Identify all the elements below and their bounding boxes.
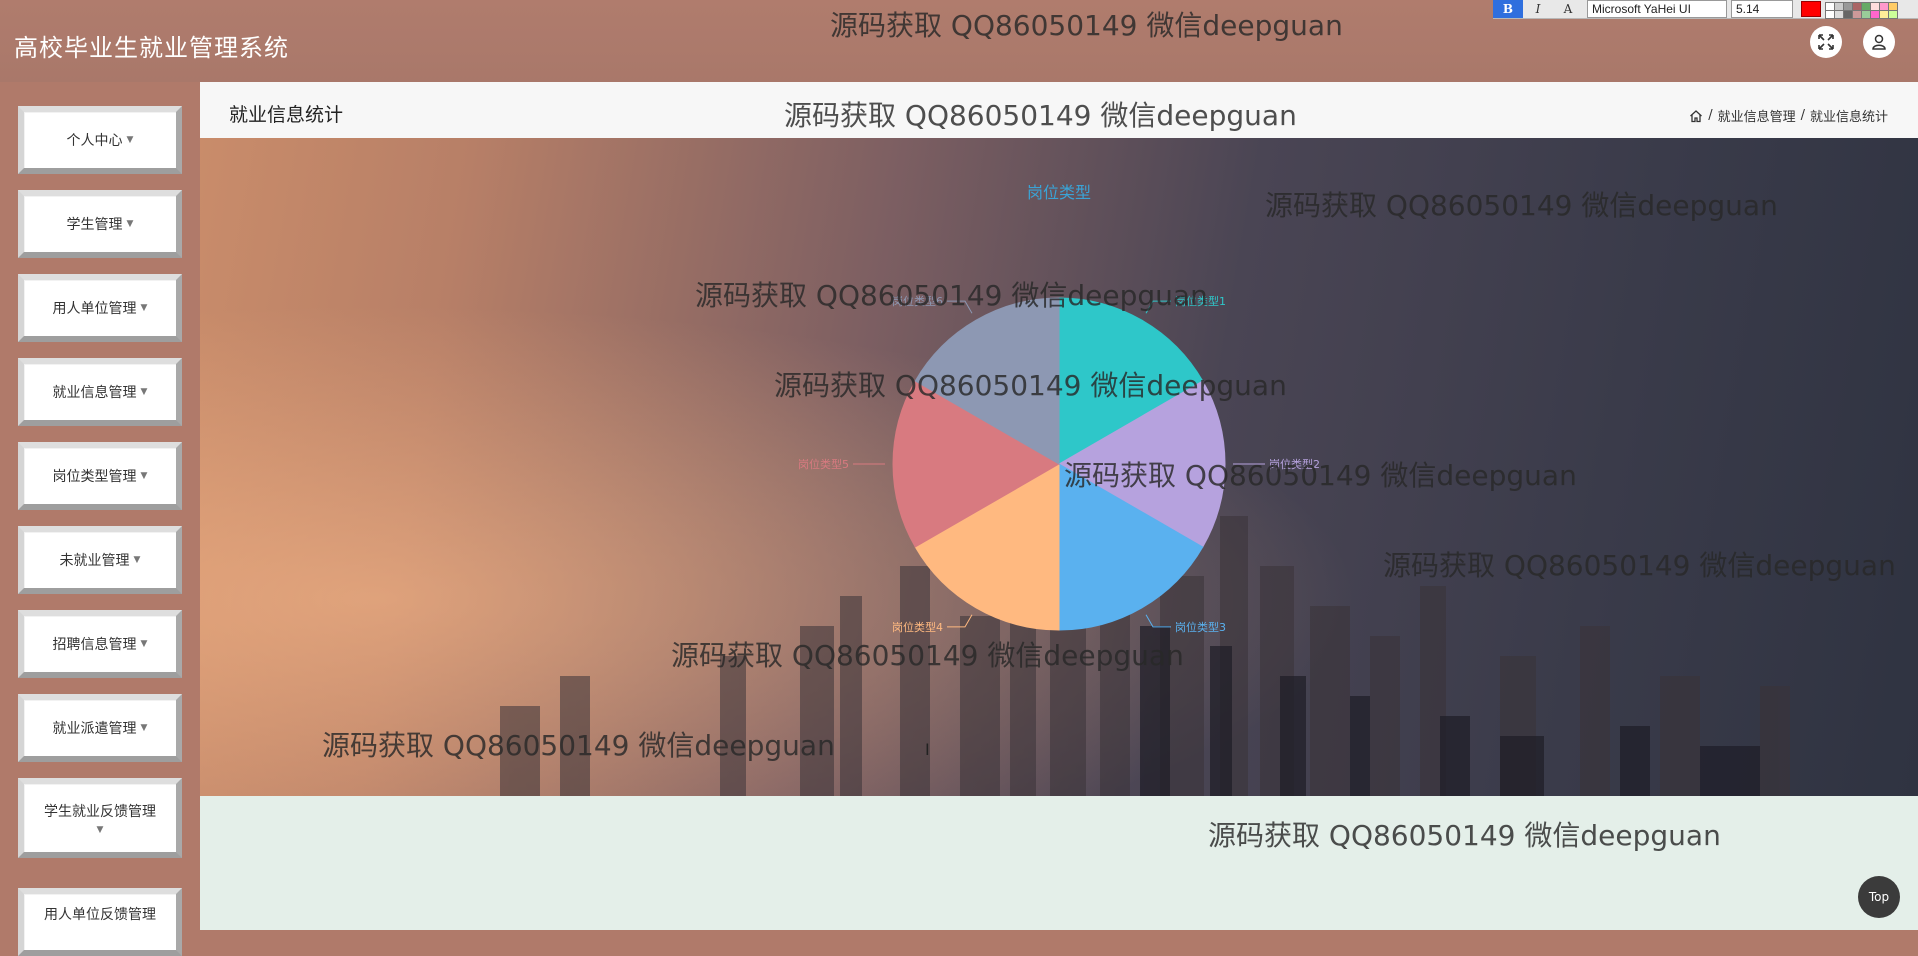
sidebar-item-employers[interactable]: 用人单位管理 ▼ [18, 274, 182, 342]
italic-button[interactable]: I [1523, 0, 1553, 18]
app-title: 高校毕业生就业管理系统 [14, 34, 289, 62]
home-icon[interactable] [1689, 109, 1703, 123]
watermark: 源码获取 QQ86050149 微信deepguan [1383, 549, 1896, 582]
chevron-down-icon: ▼ [140, 471, 148, 481]
watermark: 源码获取 QQ86050149 微信deepguan [774, 369, 1287, 402]
color-swatches[interactable] [1825, 1, 1898, 19]
pie-label-line [947, 614, 973, 628]
size-select-value: 5.14 [1736, 2, 1760, 16]
breadcrumb: / 就业信息管理 / 就业信息统计 [1689, 106, 1888, 125]
chevron-down-icon: ▼ [126, 135, 134, 145]
sidebar: 个人中心 ▼ 学生管理 ▼ 用人单位管理 ▼ 就业信息管理 ▼ 岗位类型管理 ▼ 未就业管… [0, 82, 200, 956]
sidebar-item-employment-info[interactable]: 就业信息管理 ▼ [18, 358, 182, 426]
sidebar-item-label: 用人单位管理 [52, 301, 137, 317]
pie-chart: 岗位类型 岗位类型1岗位类型2岗位类型3岗位类型4岗位类型5岗位类型6 [798, 183, 1320, 634]
watermark: 源码获取 QQ86050149 微信deepguan [1265, 189, 1778, 222]
breadcrumb-item[interactable]: 就业信息管理 [1718, 106, 1796, 125]
watermark: 源码获取 QQ86050149 微信deepguan [1208, 819, 1721, 852]
breadcrumb-item: 就业信息统计 [1809, 110, 1888, 125]
watermark: 源码获取 QQ86050149 微信deepguan [322, 729, 835, 762]
fullscreen-icon [1818, 34, 1834, 50]
chevron-down-icon: ▼ [140, 723, 148, 733]
chevron-down-icon: ▼ [133, 555, 141, 565]
sidebar-item-label: 个人中心 [66, 133, 123, 149]
text-cursor-icon: I [925, 740, 930, 759]
chevron-down-icon: ▼ [96, 825, 104, 835]
sidebar-item-label: 用人单位反馈管理 [44, 907, 156, 923]
user-icon [1872, 34, 1886, 50]
sidebar-item-label: 学生管理 [66, 217, 123, 233]
sidebar-item-employer-feedback[interactable]: 用人单位反馈管理 [18, 888, 182, 956]
bold-button[interactable]: B [1493, 0, 1523, 18]
sidebar-item-student-feedback[interactable]: 学生就业反馈管理 ▼ [18, 778, 182, 858]
swatch[interactable] [1888, 9, 1898, 19]
sidebar-item-label: 未就业管理 [59, 553, 130, 569]
sidebar-item-job-types[interactable]: 岗位类型管理 ▼ [18, 442, 182, 510]
sidebar-item-label: 招聘信息管理 [52, 637, 137, 653]
format-button[interactable]: A [1553, 0, 1583, 18]
chevron-down-icon: ▼ [140, 387, 148, 397]
sidebar-item-personal-center[interactable]: 个人中心 ▼ [18, 106, 182, 174]
sidebar-item-students[interactable]: 学生管理 ▼ [18, 190, 182, 258]
watermark: 源码获取 QQ86050149 微信deepguan [671, 639, 1184, 672]
chevron-down-icon: ▼ [140, 303, 148, 313]
size-select[interactable]: 5.14 [1731, 0, 1793, 18]
chevron-down-icon: ▼ [140, 639, 148, 649]
sidebar-item-label: 岗位类型管理 [52, 469, 137, 485]
breadcrumb-separator: / [1708, 108, 1713, 123]
chart-title: 岗位类型 [1027, 183, 1091, 202]
font-select-value: Microsoft YaHei UI [1592, 2, 1691, 16]
font-select[interactable]: Microsoft YaHei UI [1587, 0, 1727, 18]
sidebar-item-unemployed[interactable]: 未就业管理 ▼ [18, 526, 182, 594]
user-button[interactable] [1863, 26, 1895, 58]
watermark: 源码获取 QQ86050149 微信deepguan [1064, 459, 1577, 492]
chart-panel: 岗位类型 岗位类型1 岗位类型2 岗位类型3 岗位类型4 岗位类型5 岗位类型6 [200, 138, 1918, 796]
sidebar-item-label: 就业信息管理 [52, 385, 137, 401]
sidebar-item-recruitment[interactable]: 招聘信息管理 ▼ [18, 610, 182, 678]
color-picker-button[interactable] [1801, 1, 1821, 17]
breadcrumb-separator: / [1800, 108, 1805, 123]
sidebar-item-label: 就业派遣管理 [52, 721, 137, 737]
text-format-toolbar: B I A Microsoft YaHei UI 5.14 [1493, 0, 1918, 19]
watermark: 源码获取 QQ86050149 微信deepguan [830, 9, 1343, 42]
sidebar-item-dispatch[interactable]: 就业派遣管理 ▼ [18, 694, 182, 762]
sidebar-item-label: 学生就业反馈管理 [44, 804, 156, 820]
chevron-down-icon: ▼ [126, 219, 134, 229]
pie-label: 岗位类型3 [1175, 620, 1226, 634]
fullscreen-button[interactable] [1810, 26, 1842, 58]
back-to-top-button[interactable]: Top [1858, 876, 1900, 918]
pie-label-line [1145, 614, 1171, 628]
page-title: 就业信息统计 [229, 104, 344, 126]
watermark: 源码获取 QQ86050149 微信deepguan [784, 99, 1297, 132]
pie-label: 岗位类型5 [798, 457, 849, 471]
watermark: 源码获取 QQ86050149 微信deepguan [695, 279, 1208, 312]
pie-label: 岗位类型4 [892, 620, 943, 634]
